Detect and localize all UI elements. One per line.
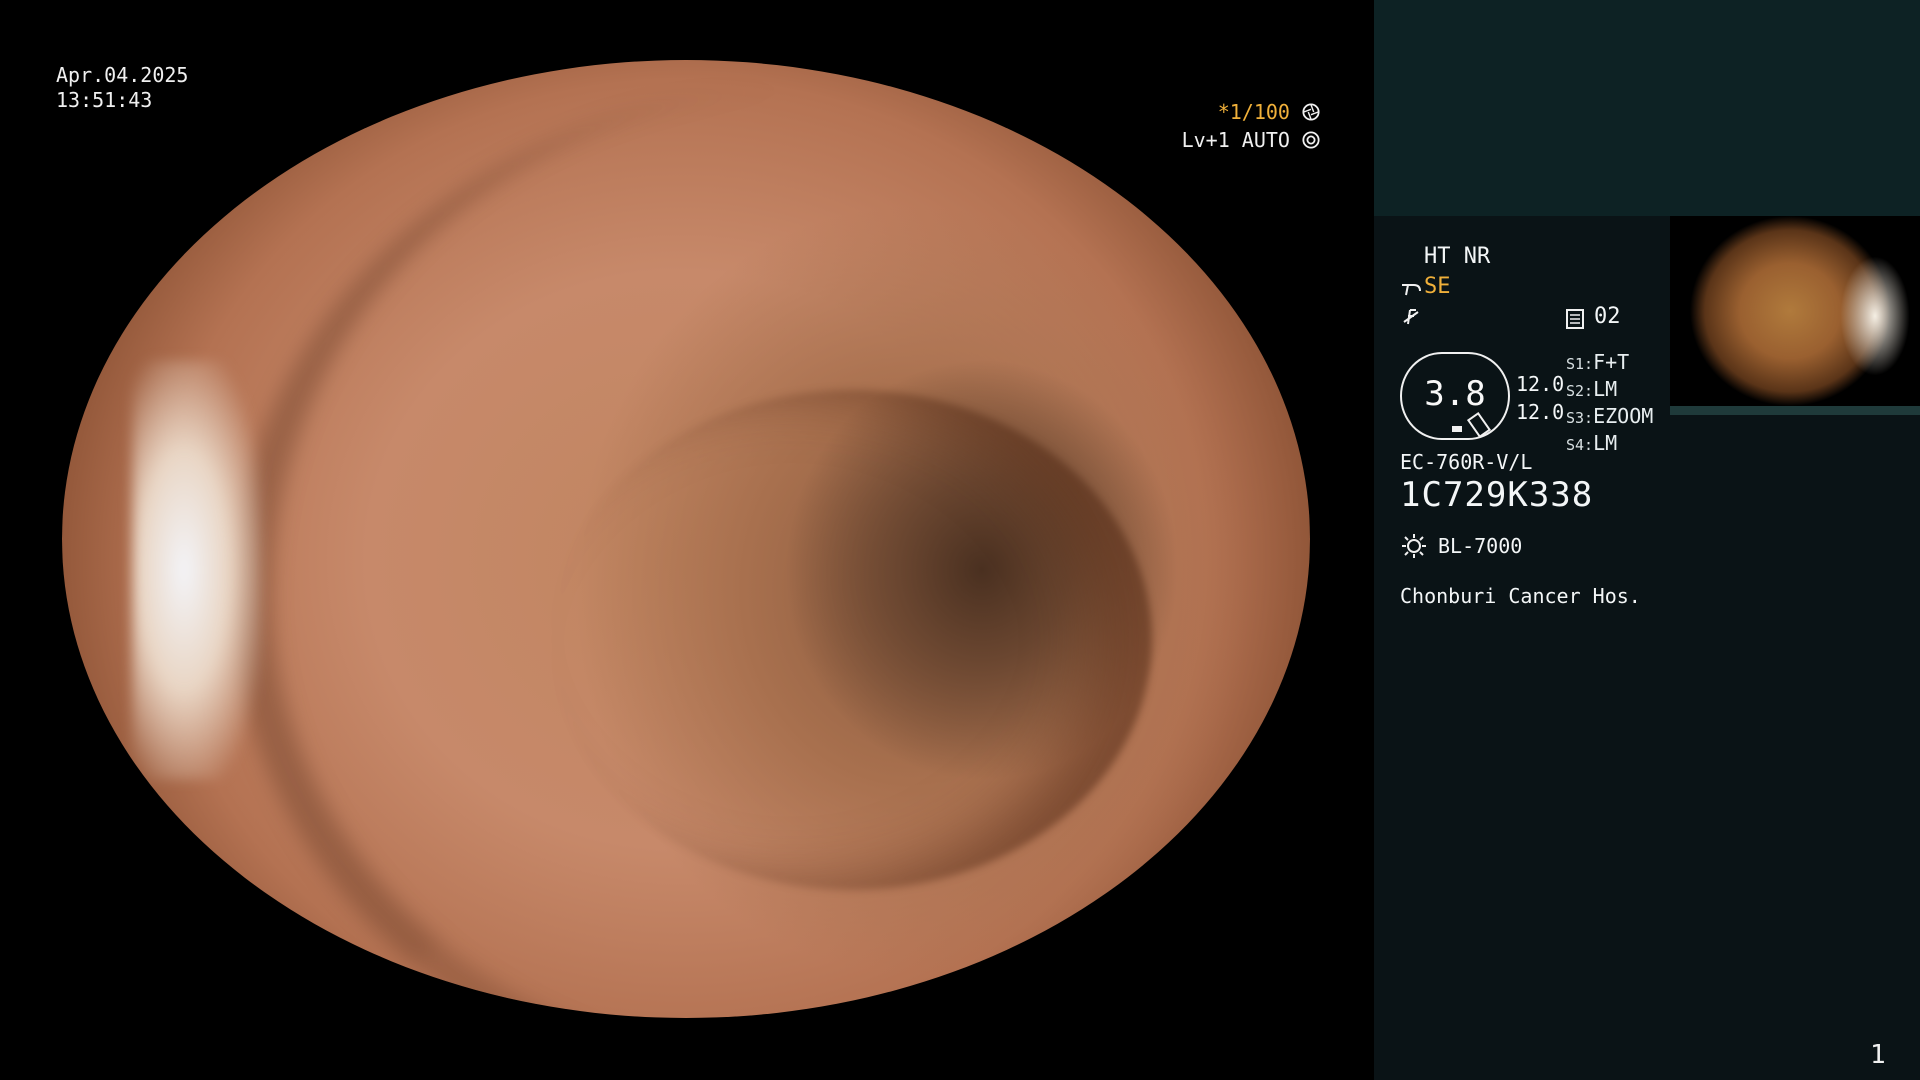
- pen-icon: [1466, 411, 1492, 439]
- mode-text: HT NR: [1424, 244, 1491, 269]
- page-number: 1: [1870, 1040, 1886, 1070]
- s1-label: S1:: [1566, 355, 1594, 373]
- pip-caption-bar: [1670, 406, 1920, 415]
- endoscope-main-view: [62, 60, 1310, 1018]
- s4-label: S4:: [1566, 436, 1594, 454]
- iris-icon: [1302, 131, 1320, 149]
- exposure-overlay: *1/100 Lv+1 AUTO: [1182, 98, 1320, 154]
- value-2: 12.0: [1516, 400, 1565, 424]
- value-1: 12.0: [1516, 372, 1565, 396]
- shutter-text: *1/100: [1217, 100, 1290, 124]
- light-glare: [132, 360, 262, 780]
- enhance-text: SE: [1424, 274, 1451, 299]
- aperture-icon: [1302, 103, 1320, 121]
- record-value: 02: [1594, 304, 1621, 329]
- memory-icon: [1566, 309, 1584, 329]
- s3-label: S3:: [1566, 409, 1594, 427]
- time-text: 13:51:43: [56, 88, 153, 112]
- pip-thumbnail: [1670, 216, 1920, 406]
- scope-model: EC-760R-V/L: [1400, 450, 1533, 474]
- light-source-icon: [1402, 534, 1426, 558]
- scope-icon: [1402, 284, 1421, 296]
- lumen-shadow: [552, 390, 1152, 890]
- switch-settings: S1:F+T S2:LM S3:EZOOM S4:LM: [1566, 350, 1653, 458]
- s4-value: LM: [1593, 431, 1618, 455]
- s1-value: F+T: [1593, 350, 1630, 374]
- date-text: Apr.04.2025: [56, 63, 189, 87]
- light-model: BL-7000: [1438, 534, 1523, 558]
- struck-f-icon: [1403, 309, 1419, 325]
- datetime-overlay: Apr.04.2025 13:51:43: [56, 63, 188, 113]
- s2-label: S2:: [1566, 382, 1594, 400]
- s2-value: LM: [1593, 377, 1618, 401]
- zoom-indicator: 3.8: [1400, 352, 1510, 440]
- level-text: Lv+1 AUTO: [1181, 128, 1290, 152]
- s3-value: EZOOM: [1593, 404, 1654, 428]
- side-panel-top: [1374, 0, 1920, 216]
- hospital-name: Chonburi Cancer Hos.: [1400, 584, 1641, 608]
- scope-serial: 1C729K338: [1400, 475, 1594, 515]
- zoom-value: 3.8: [1424, 374, 1486, 414]
